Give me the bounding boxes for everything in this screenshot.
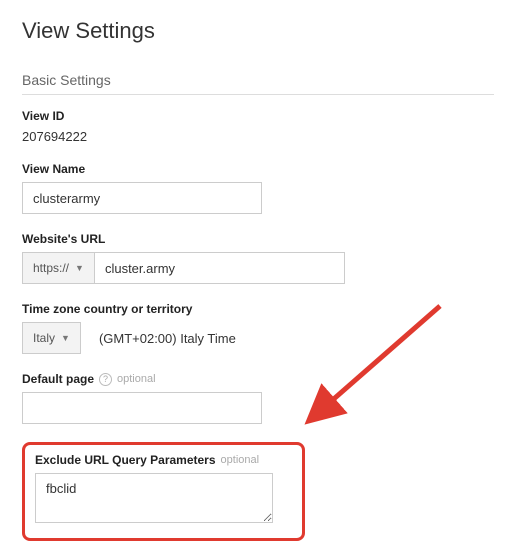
exclude-query-input[interactable] [35,473,273,523]
protocol-dropdown[interactable]: https:// ▼ [22,252,95,284]
protocol-value: https:// [33,261,69,275]
website-url-input[interactable] [95,252,345,284]
default-page-label: Default page [22,372,94,386]
help-icon[interactable]: ? [99,373,112,386]
view-id-field: View ID 207694222 [22,109,494,144]
timezone-label: Time zone country or territory [22,302,494,316]
website-url-label: Website's URL [22,232,494,246]
timezone-display: (GMT+02:00) Italy Time [99,331,236,346]
default-page-optional: optional [117,373,156,385]
page-title: View Settings [22,18,494,44]
exclude-query-label: Exclude URL Query Parameters [35,453,216,467]
timezone-country-value: Italy [33,331,55,345]
view-name-label: View Name [22,162,494,176]
exclude-query-highlight: Exclude URL Query Parameters optional [22,442,305,541]
view-id-value: 207694222 [22,129,494,144]
view-name-input[interactable] [22,182,262,214]
basic-settings-header: Basic Settings [22,72,494,95]
chevron-down-icon: ▼ [61,333,70,343]
website-url-field: Website's URL https:// ▼ [22,232,494,284]
view-name-field: View Name [22,162,494,214]
default-page-field: Default page ? optional [22,372,494,424]
timezone-field: Time zone country or territory Italy ▼ (… [22,302,494,354]
view-id-label: View ID [22,109,494,123]
exclude-query-optional: optional [221,454,260,466]
chevron-down-icon: ▼ [75,263,84,273]
default-page-input[interactable] [22,392,262,424]
timezone-country-dropdown[interactable]: Italy ▼ [22,322,81,354]
